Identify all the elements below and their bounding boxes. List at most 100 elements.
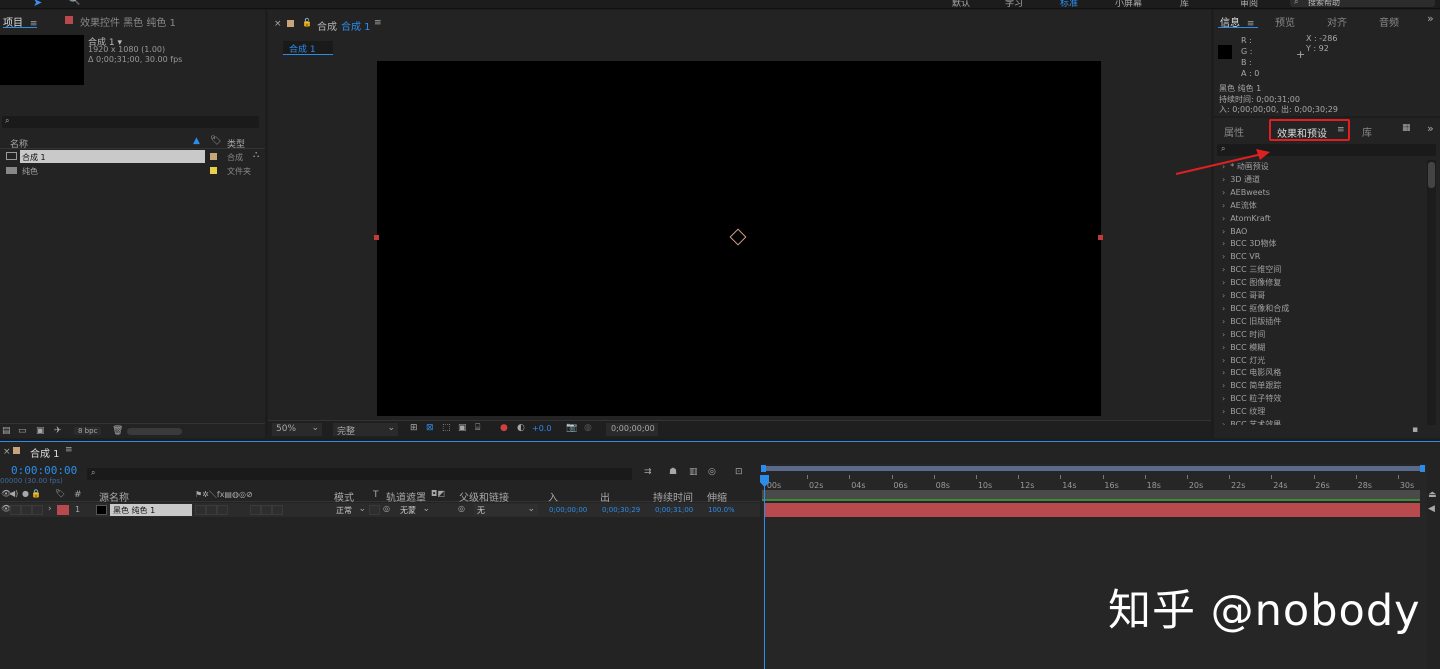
workspace-standard[interactable]: 标准 [1060,0,1078,8]
comp-flowchart-icon[interactable]: ⇉ [644,467,652,477]
column-stretch[interactable]: 伸缩 [707,489,727,504]
effects-category-item[interactable]: › BCC 旧版插件 [1222,315,1281,328]
effects-category-item[interactable]: › BCC 粒子特效 [1222,392,1281,405]
effects-category-item[interactable]: › AE流体 [1222,199,1257,212]
arrow-tool-icon[interactable]: ➤ [33,0,42,8]
close-tab-icon[interactable]: × [274,19,282,29]
comp-tab-name[interactable]: 合成 1 [341,18,371,33]
effects-category-item[interactable]: › BCC 艺术效果 [1222,418,1281,425]
effects-category-item[interactable]: › BCC 时间 [1222,328,1265,341]
interpret-footage-icon[interactable]: ▤ [2,426,11,436]
bpc-toggle[interactable]: 8 bpc [74,427,102,435]
tab-preview[interactable]: 预览 [1275,14,1295,29]
project-tab[interactable]: 项目 ≡ [3,14,37,29]
expand-chevron-icon[interactable]: › [48,504,52,514]
expand-chevron-icon[interactable]: › [1222,239,1225,248]
work-area-bar[interactable] [762,490,1420,501]
guide-icon[interactable]: ▣ [458,423,467,433]
expand-chevron-icon[interactable]: › [1222,381,1225,390]
color-channel-icon[interactable]: ● [500,423,508,433]
tab-library[interactable]: 库 [1362,124,1372,139]
effects-category-item[interactable]: › BCC 灯光 [1222,354,1265,367]
mask-visibility-icon[interactable]: ⬚ [442,423,451,433]
render-queue-icon[interactable]: ◀ [1428,504,1435,514]
lock-switch[interactable] [32,505,43,515]
layer-handle-right[interactable] [1098,235,1103,240]
tab-info[interactable]: 信息 ≡ [1218,14,1258,29]
effects-category-item[interactable]: › BCC 电影风格 [1222,366,1281,379]
audio-icon[interactable]: ◀) [9,489,18,498]
workspace-library[interactable]: 库 [1180,0,1189,8]
column-out[interactable]: 出 [600,489,610,504]
exposure-icon[interactable]: ◐ [517,423,525,433]
layer-out-point[interactable]: 0;00;30;29 [602,506,640,514]
expand-chevron-icon[interactable]: › [1222,304,1225,313]
zoom-select[interactable]: 50% ⌄ [272,423,322,436]
effects-category-item[interactable]: › BCC 图像修复 [1222,276,1281,289]
label-tag-icon[interactable]: 🏷 [55,489,65,498]
layer-handle-left[interactable] [374,235,379,240]
expand-chevron-icon[interactable]: › [1222,420,1225,425]
layer-row[interactable]: 👁 › 1 黑色 纯色 1 正常 ⌄ ◎ 无蒙 ⌄ ◎ 无 ⌄ 0;00;00;… [0,503,760,517]
expand-chevron-icon[interactable]: › [1222,343,1225,352]
tab-align[interactable]: 对齐 [1327,14,1347,29]
quality-select[interactable]: 完整 ⌄ [333,423,398,437]
current-time-indicator[interactable] [760,475,769,669]
effect-switch[interactable] [250,505,261,515]
effects-scrollbar[interactable] [1427,160,1436,425]
effects-category-item[interactable]: › BCC 纹理 [1222,405,1265,418]
expand-chevron-icon[interactable]: › [1222,201,1225,210]
column-mode[interactable]: 模式 [334,489,354,504]
project-item-row[interactable]: 合成 1 合成 ⛬ [0,150,265,163]
close-tab-icon[interactable]: × [3,447,11,457]
preserve-transparency-switch[interactable] [369,505,380,515]
thumbnail-size-slider[interactable] [127,428,182,435]
audio-switch[interactable] [10,505,21,515]
expand-chevron-icon[interactable]: › [1222,227,1225,236]
frame-blending-icon[interactable]: ▥ [689,467,698,477]
workspace-review[interactable]: 审阅 [1240,0,1258,8]
snapshot-camera-icon[interactable]: 📷 [566,423,577,433]
sort-up-icon[interactable]: ▲ [193,136,200,146]
comp-breadcrumb[interactable]: 合成 1 [283,41,333,55]
comp-button-icon[interactable]: ⏏ [1428,490,1437,500]
expand-chevron-icon[interactable]: › [1222,265,1225,274]
project-search-input[interactable]: ⌕ [2,116,259,128]
layer-stretch[interactable]: 100.0% [708,506,735,514]
exposure-value[interactable]: +0.0 [532,424,551,433]
3d-view-icon[interactable]: ⌸ [475,423,480,433]
scrollbar-thumb[interactable] [1428,162,1435,188]
workspace-default[interactable]: 默认 [952,0,970,8]
lock-icon[interactable]: 🔒 [31,489,41,498]
tab-effects-presets[interactable]: 效果和预设 ≡ [1269,119,1350,141]
new-composition-icon[interactable]: ▣ [36,426,45,436]
column-track-matte[interactable]: 轨道遮罩 [386,489,426,504]
more-panels-icon[interactable]: » [1427,12,1434,25]
motion-blur-icon[interactable]: ◎ [708,467,716,477]
effects-category-item[interactable]: › BCC 三维空间 [1222,263,1281,276]
more-panels-icon[interactable]: » [1427,122,1434,135]
column-type[interactable]: 类型 [227,137,245,150]
effects-category-item[interactable]: › AEBweets [1222,186,1270,199]
workspace-small[interactable]: 小屏幕 [1115,0,1142,8]
panel-menu-icon[interactable]: ≡ [65,445,73,455]
mode-select[interactable]: 正常 ⌄ [334,504,366,516]
column-duration[interactable]: 持续时间 [653,489,693,504]
expand-chevron-icon[interactable]: › [1222,188,1225,197]
shy-layers-icon[interactable]: ☗ [669,467,677,477]
track-matte-pickwhip-icon[interactable]: ◎ [383,504,390,513]
expand-chevron-icon[interactable]: › [1222,214,1225,223]
label-tag-icon[interactable]: 🏷 [210,136,221,146]
frame-blend-switch[interactable] [261,505,272,515]
lock-icon[interactable]: 🔓 [302,18,312,27]
parent-select[interactable]: 无 ⌄ [474,504,538,516]
time-graph-area[interactable]: 00s 02s 04s 06s 08s 10s 12s 14s 16s 18s 20s 22s 24s 2… [760,464,1427,669]
graph-editor-icon[interactable]: ⊡ [735,467,743,477]
render-icon[interactable]: ✈ [54,426,62,436]
effects-category-item[interactable]: › BCC 3D物体 [1222,237,1277,250]
time-ruler[interactable]: 00s 02s 04s 06s 08s 10s 12s 14s 16s 18s 20s 22s 24s 2… [762,475,1424,491]
workspace-learn[interactable]: 学习 [1005,0,1023,8]
panel-menu-icon[interactable]: ≡ [1337,125,1345,135]
column-parent[interactable]: 父级和链接 [459,489,509,504]
region-of-interest-icon[interactable]: ⊞ [410,423,418,433]
